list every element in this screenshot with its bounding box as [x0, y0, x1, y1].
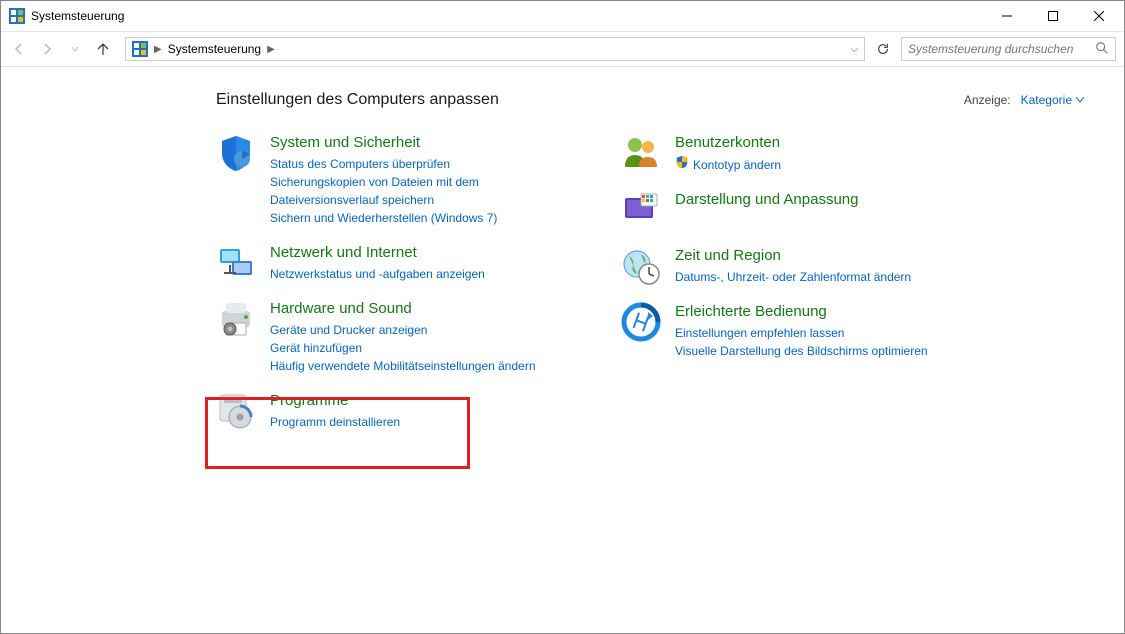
programs-icon: [216, 391, 256, 431]
left-column: System und Sicherheit Status des Compute…: [216, 133, 551, 447]
minimize-button[interactable]: [984, 1, 1030, 31]
category-title[interactable]: Programme: [270, 391, 551, 411]
address-bar[interactable]: ▶ Systemsteuerung ▶ ⌵: [125, 37, 865, 61]
content-area: Einstellungen des Computers anpassen Anz…: [1, 67, 1124, 467]
category-network: Netzwerk und Internet Netzwerkstatus und…: [216, 243, 551, 283]
uac-shield-icon: [675, 155, 689, 174]
printer-icon: [216, 299, 256, 339]
category-title[interactable]: Hardware und Sound: [270, 299, 551, 319]
page-title: Einstellungen des Computers anpassen: [216, 91, 964, 109]
category-title[interactable]: Darstellung und Anpassung: [675, 190, 956, 210]
maximize-button[interactable]: [1030, 1, 1076, 31]
category-hardware: Hardware und Sound Geräte und Drucker an…: [216, 299, 551, 375]
category-link[interactable]: Geräte und Drucker anzeigen: [270, 321, 551, 339]
view-value: Kategorie: [1021, 93, 1072, 107]
category-accounts: Benutzerkonten Kontotyp ändern: [621, 133, 956, 174]
category-link[interactable]: Sichern und Wiederherstellen (Windows 7): [270, 209, 551, 227]
search-box[interactable]: [901, 37, 1116, 61]
category-link[interactable]: Sicherungskopien von Dateien mit dem Dat…: [270, 173, 551, 209]
category-title[interactable]: Erleichterte Bedienung: [675, 302, 956, 322]
view-label: Anzeige:: [964, 93, 1011, 107]
users-icon: [621, 133, 661, 173]
category-link[interactable]: Kontotyp ändern: [675, 155, 956, 174]
category-title[interactable]: Benutzerkonten: [675, 133, 956, 153]
shield-icon: [216, 133, 256, 173]
window-title: Systemsteuerung: [31, 9, 984, 23]
back-button[interactable]: [5, 35, 33, 63]
close-button[interactable]: [1076, 1, 1122, 31]
category-link[interactable]: Einstellungen empfehlen lassen: [675, 324, 956, 342]
window-controls: [984, 1, 1122, 31]
view-dropdown[interactable]: Kategorie: [1021, 93, 1084, 107]
link-text: Kontotyp ändern: [693, 156, 781, 174]
category-appearance: Darstellung und Anpassung: [621, 190, 956, 230]
category-link[interactable]: Datums-, Uhrzeit- oder Zahlenformat ände…: [675, 268, 956, 286]
category-time-region: Zeit und Region Datums-, Uhrzeit- oder Z…: [621, 246, 956, 286]
control-panel-icon: [9, 8, 25, 24]
category-ease-of-access: Erleichterte Bedienung Einstellungen emp…: [621, 302, 956, 360]
search-icon: [1095, 41, 1109, 58]
category-link[interactable]: Häufig verwendete Mobilitätseinstellunge…: [270, 357, 551, 375]
category-link[interactable]: Visuelle Darstellung des Bildschirms opt…: [675, 342, 956, 360]
clock-globe-icon: [621, 246, 661, 286]
ease-of-access-icon: [621, 302, 661, 342]
recent-dropdown[interactable]: [61, 35, 89, 63]
category-link[interactable]: Status des Computers überprüfen: [270, 155, 551, 173]
up-button[interactable]: [89, 35, 117, 63]
chevron-right-icon[interactable]: ▶: [152, 44, 164, 55]
category-title[interactable]: Zeit und Region: [675, 246, 956, 266]
category-system-security: System und Sicherheit Status des Compute…: [216, 133, 551, 227]
address-dropdown-icon[interactable]: ⌵: [850, 44, 858, 55]
titlebar: Systemsteuerung: [1, 1, 1124, 31]
category-programs: Programme Programm deinstallieren: [216, 391, 551, 431]
breadcrumb-root[interactable]: Systemsteuerung: [164, 42, 265, 56]
chevron-right-icon[interactable]: ▶: [265, 44, 277, 55]
category-link[interactable]: Gerät hinzufügen: [270, 339, 551, 357]
control-panel-icon: [132, 41, 148, 57]
network-icon: [216, 243, 256, 283]
appearance-icon: [621, 190, 661, 230]
category-title[interactable]: System und Sicherheit: [270, 133, 551, 153]
right-column: Benutzerkonten Kontotyp ändern Darstellu…: [621, 133, 956, 447]
search-input[interactable]: [908, 42, 1095, 56]
category-link[interactable]: Netzwerkstatus und -aufgaben anzeigen: [270, 265, 551, 283]
category-link[interactable]: Programm deinstallieren: [270, 413, 551, 431]
navbar: ▶ Systemsteuerung ▶ ⌵: [1, 31, 1124, 67]
forward-button[interactable]: [33, 35, 61, 63]
refresh-button[interactable]: [871, 37, 895, 61]
category-title[interactable]: Netzwerk und Internet: [270, 243, 551, 263]
